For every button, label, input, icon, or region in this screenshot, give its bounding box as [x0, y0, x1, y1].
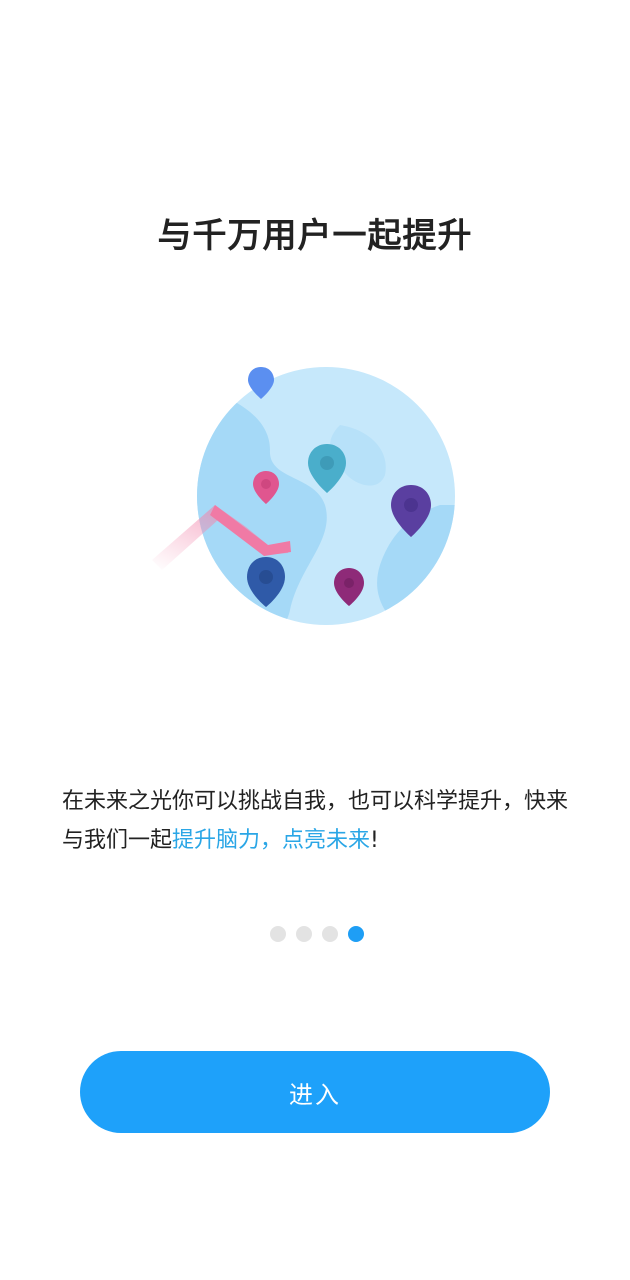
globe-illustration — [152, 367, 455, 625]
page-indicator — [0, 925, 630, 943]
description-highlight: 提升脑力，点亮未来 — [172, 828, 371, 853]
page-title: 与千万用户一起提升 — [157, 216, 473, 256]
page-indicator-dot[interactable] — [322, 926, 338, 942]
enter-button[interactable]: 进入 — [80, 1051, 550, 1133]
description-text: 在未来之光你可以挑战自我，也可以科学提升，快来与我们一起提升脑力，点亮未来! — [62, 782, 582, 860]
description-part1: 在未来之光你可以挑战自我，也可以科学提升 — [62, 789, 503, 814]
page-indicator-dot[interactable] — [296, 926, 312, 942]
page-indicator-dot-active[interactable] — [348, 926, 364, 942]
page-indicator-dot[interactable] — [270, 926, 286, 942]
description-end: ! — [370, 828, 379, 853]
